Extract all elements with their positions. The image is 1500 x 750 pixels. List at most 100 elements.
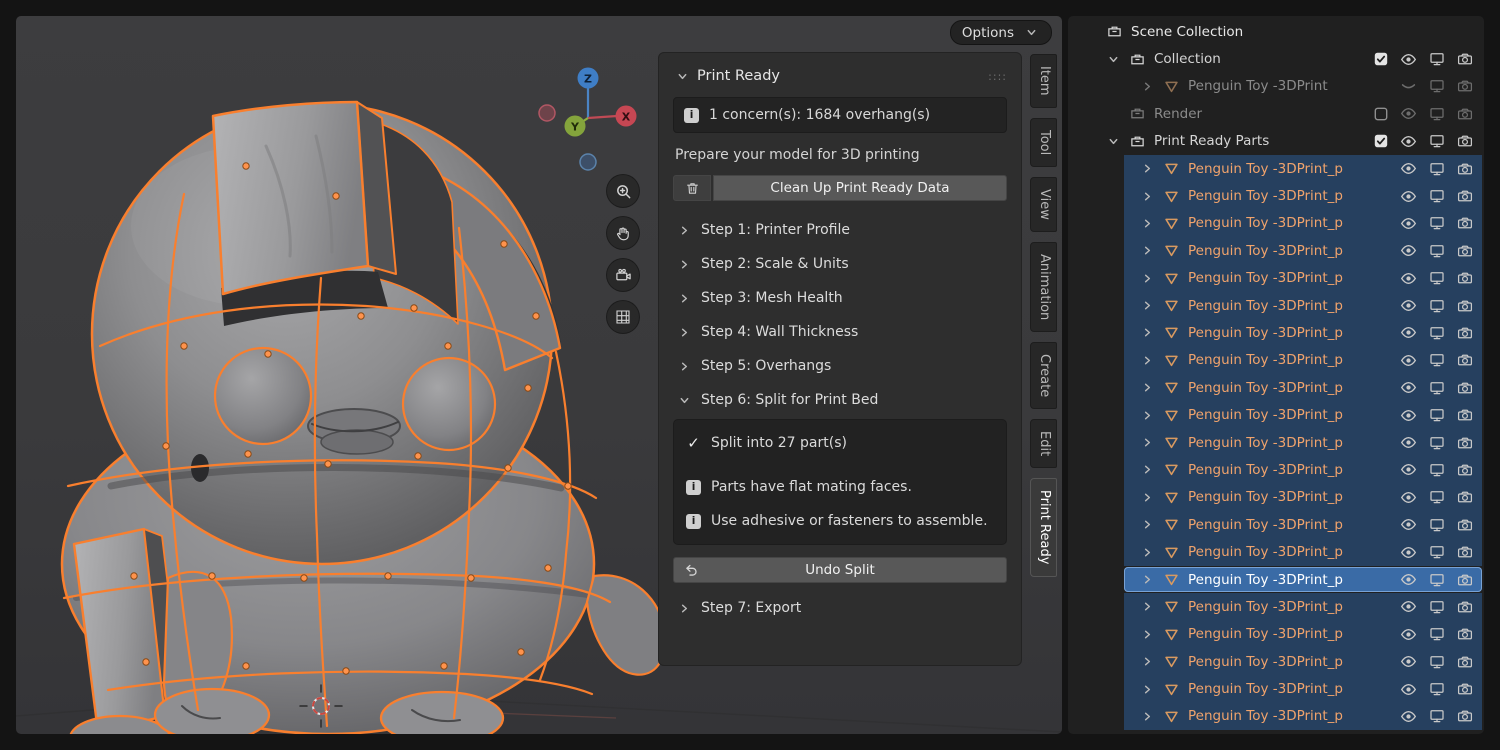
disable-in-viewports-toggle[interactable] xyxy=(1427,296,1446,315)
disable-in-viewports-toggle[interactable] xyxy=(1427,214,1446,233)
hide-in-viewport-toggle[interactable] xyxy=(1399,378,1418,397)
hide-in-viewport-toggle[interactable] xyxy=(1399,323,1418,342)
disable-in-renders-toggle[interactable] xyxy=(1455,104,1474,123)
panel-header[interactable]: Print Ready :::: xyxy=(673,63,1007,89)
outliner-row-part[interactable]: Penguin Toy -3DPrint_p xyxy=(1068,593,1484,621)
chevron-right-icon[interactable] xyxy=(1138,245,1156,256)
gizmo-neg-z-axis[interactable] xyxy=(579,153,597,171)
disable-in-viewports-toggle[interactable] xyxy=(1427,241,1446,260)
hide-in-viewport-toggle[interactable] xyxy=(1399,77,1418,96)
chevron-right-icon[interactable] xyxy=(1138,81,1156,92)
disable-in-viewports-toggle[interactable] xyxy=(1427,132,1446,151)
hide-in-viewport-toggle[interactable] xyxy=(1399,241,1418,260)
disable-in-viewports-toggle[interactable] xyxy=(1427,351,1446,370)
disable-in-renders-toggle[interactable] xyxy=(1455,406,1474,425)
panel-drag-grip[interactable]: :::: xyxy=(988,70,1007,83)
chevron-right-icon[interactable] xyxy=(1138,519,1156,530)
tab-print-ready[interactable]: Print Ready xyxy=(1030,478,1057,577)
chevron-down-icon[interactable] xyxy=(1104,136,1122,147)
tab-edit[interactable]: Edit xyxy=(1030,419,1057,469)
disable-in-viewports-toggle[interactable] xyxy=(1427,515,1446,534)
chevron-right-icon[interactable] xyxy=(1138,437,1156,448)
disable-in-renders-toggle[interactable] xyxy=(1455,707,1474,726)
grid-toggle-button[interactable] xyxy=(606,300,640,334)
outliner-row-part[interactable]: Penguin Toy -3DPrint_p xyxy=(1068,483,1484,512)
chevron-right-icon[interactable] xyxy=(1138,492,1156,503)
disable-in-renders-toggle[interactable] xyxy=(1455,50,1474,69)
outliner-row-part[interactable]: Penguin Toy -3DPrint_p xyxy=(1068,264,1484,292)
trash-button[interactable] xyxy=(673,175,711,201)
chevron-right-icon[interactable] xyxy=(1138,300,1156,311)
pan-button[interactable] xyxy=(606,216,640,250)
navigation-gizmo[interactable]: Z X Y xyxy=(533,64,643,176)
disable-in-viewports-toggle[interactable] xyxy=(1427,323,1446,342)
hide-in-viewport-toggle[interactable] xyxy=(1399,570,1418,589)
outliner-row-part[interactable]: Penguin Toy -3DPrint_p xyxy=(1068,647,1484,676)
viewport-3d[interactable]: Options Z X Y Print Ready:::: i 1 conce… xyxy=(16,16,1062,734)
outliner-row-part[interactable]: Penguin Toy -3DPrint_p xyxy=(1068,538,1484,566)
chevron-right-icon[interactable] xyxy=(1138,382,1156,393)
hide-in-viewport-toggle[interactable] xyxy=(1399,296,1418,315)
hide-in-viewport-toggle[interactable] xyxy=(1399,406,1418,425)
disable-in-viewports-toggle[interactable] xyxy=(1427,159,1446,178)
disable-in-renders-toggle[interactable] xyxy=(1455,597,1474,616)
outliner-row-part[interactable]: Penguin Toy -3DPrint_p xyxy=(1068,401,1484,429)
chevron-right-icon[interactable] xyxy=(1138,711,1156,722)
chevron-right-icon[interactable] xyxy=(1138,218,1156,229)
outliner-row-collection[interactable]: Collection xyxy=(1068,45,1484,72)
cleanup-button[interactable]: Clean Up Print Ready Data xyxy=(713,175,1007,201)
chevron-right-icon[interactable] xyxy=(1138,191,1156,202)
hide-in-viewport-toggle[interactable] xyxy=(1399,214,1418,233)
disable-in-viewports-toggle[interactable] xyxy=(1427,680,1446,699)
chevron-down-icon[interactable] xyxy=(673,71,691,82)
disable-in-renders-toggle[interactable] xyxy=(1455,378,1474,397)
chevron-right-icon[interactable] xyxy=(1138,574,1156,585)
outliner-row-object-hidden[interactable]: Penguin Toy -3DPrint xyxy=(1068,73,1484,100)
outliner-row-part[interactable]: Penguin Toy -3DPrint_p xyxy=(1068,182,1484,210)
chevron-right-icon[interactable] xyxy=(1138,601,1156,612)
outliner-row-part[interactable]: Penguin Toy -3DPrint_p xyxy=(1068,702,1484,731)
disable-in-viewports-toggle[interactable] xyxy=(1427,488,1446,507)
hide-in-viewport-toggle[interactable] xyxy=(1399,104,1418,123)
disable-in-renders-toggle[interactable] xyxy=(1455,296,1474,315)
camera-view-button[interactable] xyxy=(606,258,640,292)
disable-in-renders-toggle[interactable] xyxy=(1455,433,1474,452)
outliner-panel[interactable]: Scene Collection Collection Penguin Toy -3… xyxy=(1068,16,1484,734)
disable-in-viewports-toggle[interactable] xyxy=(1427,269,1446,288)
chevron-right-icon[interactable] xyxy=(1138,273,1156,284)
hide-in-viewport-toggle[interactable] xyxy=(1399,351,1418,370)
disable-in-renders-toggle[interactable] xyxy=(1455,132,1474,151)
disable-in-renders-toggle[interactable] xyxy=(1455,214,1474,233)
chevron-down-icon[interactable] xyxy=(1104,54,1122,65)
outliner-row-part[interactable]: Penguin Toy -3DPrint_p xyxy=(1068,374,1484,402)
step-row-4[interactable]: Step 4: Wall Thickness xyxy=(673,315,1007,349)
step-row-3[interactable]: Step 3: Mesh Health xyxy=(673,281,1007,315)
undo-split-button[interactable]: Undo Split xyxy=(673,557,1007,583)
disable-in-renders-toggle[interactable] xyxy=(1455,159,1474,178)
outliner-row-part[interactable]: Penguin Toy -3DPrint_p xyxy=(1068,620,1484,648)
outliner-row-part[interactable]: Penguin Toy -3DPrint_p xyxy=(1068,209,1484,238)
step-row-5[interactable]: Step 5: Overhangs xyxy=(673,349,1007,383)
disable-in-renders-toggle[interactable] xyxy=(1455,515,1474,534)
chevron-right-icon[interactable] xyxy=(1138,547,1156,558)
disable-in-viewports-toggle[interactable] xyxy=(1427,652,1446,671)
disable-in-viewports-toggle[interactable] xyxy=(1427,460,1446,479)
hide-in-viewport-toggle[interactable] xyxy=(1399,132,1418,151)
disable-in-renders-toggle[interactable] xyxy=(1455,680,1474,699)
hide-in-viewport-toggle[interactable] xyxy=(1399,269,1418,288)
disable-in-viewports-toggle[interactable] xyxy=(1427,104,1446,123)
hide-in-viewport-toggle[interactable] xyxy=(1399,707,1418,726)
outliner-row-part[interactable]: Penguin Toy -3DPrint_p xyxy=(1068,675,1484,703)
disable-in-viewports-toggle[interactable] xyxy=(1427,707,1446,726)
tab-create[interactable]: Create xyxy=(1030,342,1057,410)
disable-in-viewports-toggle[interactable] xyxy=(1427,433,1446,452)
disable-in-renders-toggle[interactable] xyxy=(1455,77,1474,96)
outliner-row-part[interactable]: Penguin Toy -3DPrint_p xyxy=(1068,237,1484,265)
outliner-row-part[interactable]: Penguin Toy -3DPrint_p xyxy=(1068,346,1484,375)
hide-in-viewport-toggle[interactable] xyxy=(1399,652,1418,671)
disable-in-renders-toggle[interactable] xyxy=(1455,488,1474,507)
outliner-row-part[interactable]: Penguin Toy -3DPrint_p xyxy=(1068,428,1484,457)
exclude-checkbox[interactable] xyxy=(1371,104,1390,123)
disable-in-viewports-toggle[interactable] xyxy=(1427,50,1446,69)
exclude-checkbox[interactable] xyxy=(1371,50,1390,69)
